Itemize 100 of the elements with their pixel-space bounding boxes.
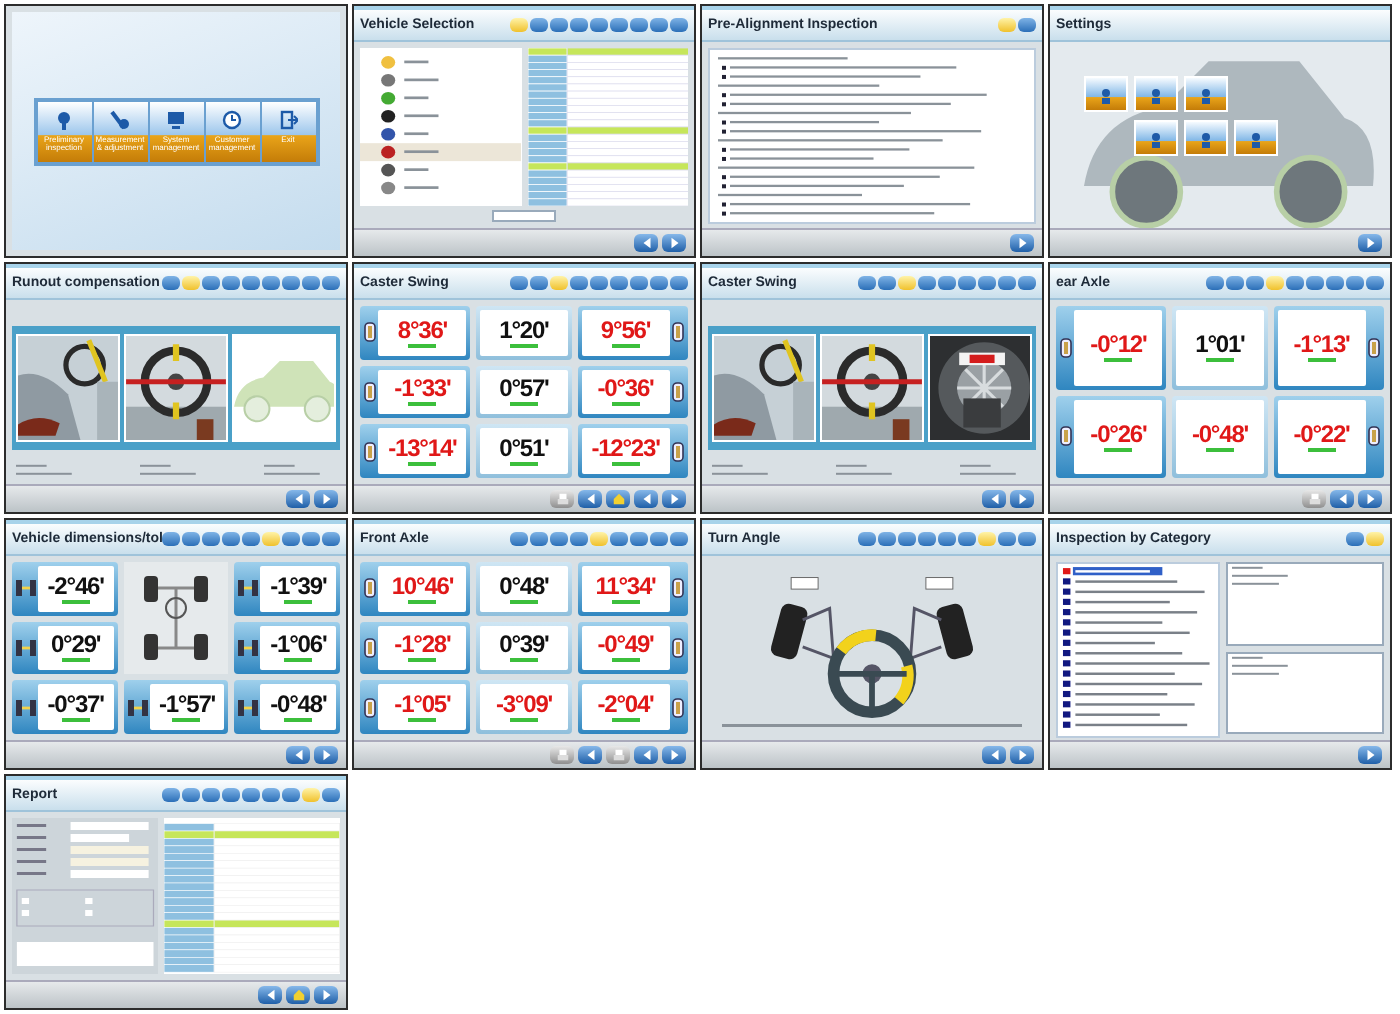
step-button[interactable] (242, 532, 261, 546)
step-button[interactable] (182, 788, 200, 802)
step-button[interactable] (550, 18, 568, 32)
step-button[interactable] (322, 788, 340, 802)
step-button[interactable] (590, 18, 608, 32)
step-button[interactable] (898, 532, 916, 546)
step-button[interactable] (610, 532, 628, 546)
step-button[interactable] (650, 276, 668, 290)
step-button[interactable] (510, 532, 528, 546)
step-button[interactable] (1306, 276, 1324, 290)
back-button[interactable] (578, 746, 602, 764)
print-button[interactable] (1302, 490, 1326, 508)
step-button[interactable] (282, 532, 301, 546)
next-button[interactable] (1010, 746, 1034, 764)
step-button[interactable] (202, 276, 220, 290)
next-button[interactable] (1010, 234, 1034, 252)
step-button[interactable] (610, 18, 628, 32)
step-button[interactable] (222, 276, 240, 290)
step-button[interactable] (918, 532, 936, 546)
home-button[interactable] (606, 490, 630, 508)
back-button[interactable] (982, 490, 1006, 508)
next-button[interactable] (662, 746, 686, 764)
settings-button[interactable] (1134, 120, 1178, 156)
step-button[interactable] (1326, 276, 1344, 290)
step-button[interactable] (630, 276, 648, 290)
step-button[interactable] (282, 788, 300, 802)
step-button[interactable] (1206, 276, 1224, 290)
step-button[interactable] (530, 276, 548, 290)
step-button[interactable] (1366, 276, 1384, 290)
next-button[interactable] (1358, 746, 1382, 764)
next-button[interactable] (1358, 490, 1382, 508)
step-button[interactable] (510, 276, 528, 290)
step-button[interactable] (1346, 276, 1364, 290)
step-button[interactable] (530, 18, 548, 32)
step-button[interactable] (878, 532, 896, 546)
step-button[interactable] (1286, 276, 1304, 290)
settings-button[interactable] (1134, 76, 1178, 112)
step-button[interactable] (182, 532, 201, 546)
step-button[interactable] (1018, 532, 1036, 546)
back-button[interactable] (258, 986, 282, 1004)
next-button[interactable] (662, 234, 686, 252)
print-button[interactable] (550, 746, 574, 764)
back-button[interactable] (1330, 490, 1354, 508)
step-button[interactable] (998, 276, 1016, 290)
home-button[interactable] (286, 986, 310, 1004)
step-button[interactable] (938, 276, 956, 290)
step-button[interactable] (1018, 276, 1036, 290)
step-button[interactable] (570, 532, 588, 546)
settings-button[interactable] (1234, 120, 1278, 156)
step-button[interactable] (630, 18, 648, 32)
step-button[interactable] (530, 532, 548, 546)
step-button[interactable] (958, 532, 976, 546)
step-button[interactable] (162, 788, 180, 802)
step-button[interactable] (650, 532, 668, 546)
step-button[interactable] (918, 276, 936, 290)
step-button[interactable] (670, 276, 688, 290)
step-button[interactable] (242, 276, 260, 290)
step-button[interactable] (1346, 532, 1364, 546)
step-button[interactable] (570, 18, 588, 32)
back-button[interactable] (634, 234, 658, 252)
step-button[interactable] (590, 276, 608, 290)
step-button[interactable] (938, 532, 956, 546)
step-button[interactable] (550, 532, 568, 546)
step-button[interactable] (630, 532, 648, 546)
back-button[interactable] (286, 746, 310, 764)
back-button[interactable] (982, 746, 1006, 764)
next-button[interactable] (1010, 490, 1034, 508)
step-button[interactable] (162, 276, 180, 290)
step-button[interactable] (262, 788, 280, 802)
step-button[interactable] (222, 788, 240, 802)
next-button[interactable] (1358, 234, 1382, 252)
step-button[interactable] (878, 276, 896, 290)
next-button[interactable] (314, 490, 338, 508)
next-button[interactable] (314, 986, 338, 1004)
step-button[interactable] (162, 532, 181, 546)
step-button[interactable] (202, 532, 221, 546)
step-button[interactable] (998, 532, 1016, 546)
print-button[interactable] (550, 490, 574, 508)
step-button[interactable] (610, 276, 628, 290)
step-button[interactable] (302, 532, 321, 546)
step-button[interactable] (262, 276, 280, 290)
step-button[interactable] (322, 532, 341, 546)
print-button[interactable] (606, 746, 630, 764)
step-button[interactable] (1246, 276, 1264, 290)
back-button[interactable] (634, 490, 658, 508)
step-button[interactable] (1226, 276, 1244, 290)
step-button[interactable] (858, 276, 876, 290)
step-button[interactable] (978, 276, 996, 290)
step-button[interactable] (858, 532, 876, 546)
step-button[interactable] (670, 18, 688, 32)
settings-button[interactable] (1184, 120, 1228, 156)
settings-button[interactable] (1184, 76, 1228, 112)
step-button[interactable] (650, 18, 668, 32)
back-button[interactable] (578, 490, 602, 508)
settings-button[interactable] (1084, 76, 1128, 112)
step-button[interactable] (282, 276, 300, 290)
step-button[interactable] (202, 788, 220, 802)
step-button[interactable] (958, 276, 976, 290)
next-button[interactable] (662, 490, 686, 508)
back-button[interactable] (286, 490, 310, 508)
